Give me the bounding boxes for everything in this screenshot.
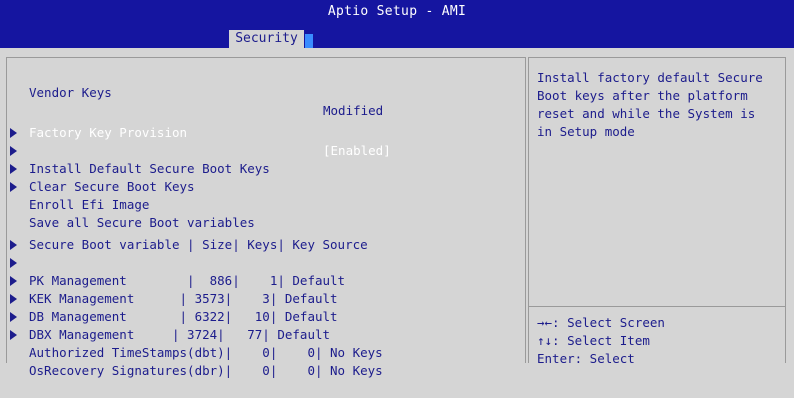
submenu-arrow-icon bbox=[10, 146, 17, 156]
key-hint-select-item: ↑↓: Select Item bbox=[537, 333, 650, 348]
table-row-kek-management[interactable]: KEK Management | 3573| 3| Default bbox=[7, 254, 338, 306]
tab-scroll-indicator bbox=[305, 34, 313, 48]
menu-item-label: Save all Secure Boot variables bbox=[29, 215, 255, 230]
table-row-db-management[interactable]: DB Management | 6322| 10| Default bbox=[7, 272, 338, 324]
menu-enroll-efi-image[interactable]: Enroll Efi Image bbox=[7, 160, 149, 212]
submenu-arrow-icon bbox=[10, 258, 17, 268]
help-description: Install factory default Secure Boot keys… bbox=[537, 70, 763, 139]
menu-install-default-keys[interactable]: Install Default Secure Boot Keys bbox=[7, 124, 270, 176]
title-bar: Aptio Setup - AMI Security bbox=[0, 0, 794, 48]
table-row-label: OsRecovery Signatures(dbr)| 0| 0| No Key… bbox=[29, 363, 383, 378]
table-header-label: Secure Boot variable | Size| Keys| Key S… bbox=[29, 237, 368, 252]
table-row-pk-management[interactable]: PK Management | 886| 1| Default bbox=[7, 236, 345, 288]
table-row-label: Authorized TimeStamps(dbt)| 0| 0| No Key… bbox=[29, 345, 383, 360]
help-divider bbox=[529, 306, 785, 307]
submenu-arrow-icon bbox=[10, 330, 17, 340]
submenu-arrow-icon bbox=[10, 240, 17, 250]
menu-clear-secure-boot-keys[interactable]: Clear Secure Boot Keys bbox=[7, 142, 195, 194]
menu-item-label: Clear Secure Boot Keys bbox=[29, 179, 195, 194]
key-hint-enter-select: Enter: Select bbox=[537, 351, 635, 366]
menu-item-label: Install Default Secure Boot Keys bbox=[29, 161, 270, 176]
menu-save-secure-boot-variables[interactable]: Save all Secure Boot variables bbox=[7, 178, 255, 230]
vendor-keys-value: Modified bbox=[323, 103, 384, 118]
table-row-authorized-timestamps[interactable]: Authorized TimeStamps(dbt)| 0| 0| No Key… bbox=[7, 308, 383, 360]
submenu-arrow-icon bbox=[10, 276, 17, 286]
table-row-label: DB Management | 6322| 10| Default bbox=[29, 309, 338, 324]
submenu-arrow-icon bbox=[10, 294, 17, 304]
submenu-arrow-icon bbox=[10, 164, 17, 174]
app-title: Aptio Setup - AMI bbox=[327, 4, 467, 19]
submenu-arrow-icon bbox=[10, 182, 17, 192]
vendor-keys-label: Vendor Keys bbox=[29, 85, 112, 100]
submenu-arrow-icon bbox=[10, 312, 17, 322]
secure-boot-table-header: Secure Boot variable | Size| Keys| Key S… bbox=[7, 218, 368, 252]
factory-key-provision-row[interactable]: Factory Key Provision [Enabled] bbox=[7, 106, 391, 158]
help-panel: Install factory default Secure Boot keys… bbox=[528, 57, 786, 366]
table-row-label: DBX Management | 3724| 77| Default bbox=[29, 327, 331, 342]
table-row-dbx-management[interactable]: DBX Management | 3724| 77| Default bbox=[7, 290, 330, 342]
factory-key-provision-label: Factory Key Provision bbox=[29, 125, 188, 140]
menu-item-label: Enroll Efi Image bbox=[29, 197, 150, 212]
factory-key-provision-value[interactable]: [Enabled] bbox=[323, 142, 391, 160]
tab-security[interactable]: Security bbox=[229, 30, 304, 48]
table-row-osrecovery-signatures[interactable]: OsRecovery Signatures(dbr)| 0| 0| No Key… bbox=[7, 326, 383, 378]
table-row-label: PK Management | 886| 1| Default bbox=[29, 273, 346, 288]
submenu-arrow-icon bbox=[10, 128, 17, 138]
table-row-label: KEK Management | 3573| 3| Default bbox=[29, 291, 338, 306]
settings-panel: Vendor Keys Modified Factory Key Provisi… bbox=[6, 57, 526, 378]
vendor-keys-row: Vendor Keys Modified bbox=[7, 66, 383, 118]
key-hint-select-screen: →←: Select Screen bbox=[537, 315, 665, 330]
